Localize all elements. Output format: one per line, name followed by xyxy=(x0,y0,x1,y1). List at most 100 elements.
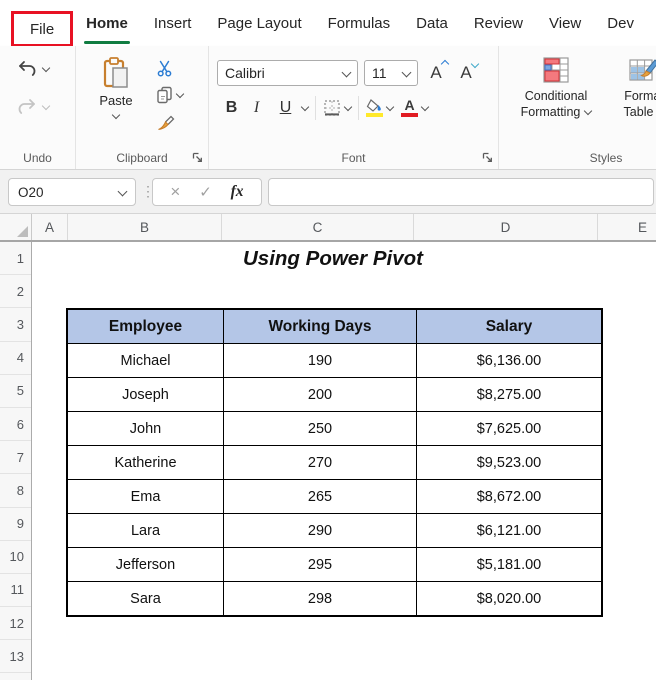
font-name-combobox[interactable]: Calibri xyxy=(217,60,358,86)
clipboard-dialog-launcher[interactable] xyxy=(192,152,203,163)
cell[interactable]: 290 xyxy=(223,513,417,548)
table-row: Michael 190 $6,136.00 xyxy=(66,343,603,378)
row-header-1[interactable]: 1 xyxy=(0,242,31,276)
cell[interactable]: John xyxy=(66,411,224,446)
sheet-title[interactable]: Using Power Pivot xyxy=(68,242,598,275)
italic-button[interactable]: I xyxy=(244,98,269,118)
undo-group-label: Undo xyxy=(23,151,52,165)
cell[interactable]: $5,181.00 xyxy=(416,547,603,582)
cell[interactable]: 200 xyxy=(223,377,417,412)
row-header-5[interactable]: 5 xyxy=(0,375,31,408)
column-header-A[interactable]: A xyxy=(32,214,68,240)
cell[interactable]: 298 xyxy=(223,581,417,617)
tab-view[interactable]: View xyxy=(536,0,594,46)
row-header-11[interactable]: 11 xyxy=(0,574,31,608)
name-box-value: O20 xyxy=(18,184,44,200)
row-header-10[interactable]: 10 xyxy=(0,541,31,574)
clipboard-group: Paste Clipboard xyxy=(76,46,209,169)
format-as-table-button[interactable]: Format Table xyxy=(609,56,656,121)
row-header-7[interactable]: 7 xyxy=(0,441,31,475)
table-row: Joseph 200 $8,275.00 xyxy=(66,377,603,412)
font-name-value: Calibri xyxy=(225,65,265,81)
tab-file[interactable]: File xyxy=(17,14,67,44)
tab-dev[interactable]: Dev xyxy=(594,0,647,46)
conditional-formatting-icon xyxy=(543,57,569,83)
row-header-13[interactable]: 13 xyxy=(0,640,31,674)
cut-button[interactable] xyxy=(156,58,183,78)
underline-button[interactable]: U xyxy=(269,98,312,118)
cell[interactable]: $7,625.00 xyxy=(416,411,603,446)
cell[interactable]: Ema xyxy=(66,479,224,514)
enter-button[interactable]: ✓ xyxy=(199,183,212,201)
paste-clipboard-icon xyxy=(103,57,128,88)
fill-bucket-icon xyxy=(366,99,381,112)
cell[interactable]: 265 xyxy=(223,479,417,514)
undo-button[interactable] xyxy=(0,54,75,84)
redo-button[interactable] xyxy=(0,92,75,122)
cell[interactable]: 270 xyxy=(223,445,417,480)
fill-color-button[interactable] xyxy=(362,99,397,117)
table-row: Katherine 270 $9,523.00 xyxy=(66,445,603,480)
dialog-launcher-icon xyxy=(192,152,202,162)
insert-function-button[interactable]: fx xyxy=(231,183,244,201)
cell[interactable]: Sara xyxy=(66,581,224,617)
font-color-bar xyxy=(401,113,418,117)
format-painter-button[interactable] xyxy=(156,112,183,132)
name-box[interactable]: O20 xyxy=(8,178,136,206)
row-header-8[interactable]: 8 xyxy=(0,474,31,508)
cancel-button[interactable]: × xyxy=(170,182,180,202)
grow-font-button[interactable]: A xyxy=(424,59,450,83)
row-header-9[interactable]: 9 xyxy=(0,508,31,541)
conditional-formatting-label-2: Formatting xyxy=(520,105,581,120)
cell[interactable]: Katherine xyxy=(66,445,224,480)
formula-buttons: × ✓ fx xyxy=(152,178,262,206)
bold-button[interactable]: B xyxy=(219,98,244,118)
cell[interactable]: Michael xyxy=(66,343,224,378)
font-size-combobox[interactable]: 11 xyxy=(364,60,418,86)
table-header-working-days[interactable]: Working Days xyxy=(223,308,417,344)
column-header-D[interactable]: D xyxy=(414,214,598,240)
tab-formulas[interactable]: Formulas xyxy=(315,0,404,46)
cell[interactable]: $9,523.00 xyxy=(416,445,603,480)
cell[interactable]: Jefferson xyxy=(66,547,224,582)
row-header-2[interactable]: 2 xyxy=(0,275,31,309)
cell[interactable]: $8,020.00 xyxy=(416,581,603,617)
tab-review[interactable]: Review xyxy=(461,0,536,46)
format-as-table-label-1: Format xyxy=(624,89,656,103)
paste-button[interactable]: Paste xyxy=(92,56,140,120)
font-group-label: Font xyxy=(341,151,366,165)
borders-button[interactable] xyxy=(319,99,355,117)
cell[interactable]: $8,275.00 xyxy=(416,377,603,412)
row-header-3[interactable]: 3 xyxy=(0,308,31,342)
row-header-12[interactable]: 12 xyxy=(0,607,31,641)
table-header-employee[interactable]: Employee xyxy=(66,308,224,344)
cell[interactable]: $6,136.00 xyxy=(416,343,603,378)
cell[interactable]: $8,672.00 xyxy=(416,479,603,514)
shrink-font-button[interactable]: A xyxy=(454,59,480,83)
grid-area[interactable]: Using Power Pivot Employee Working Days Sa… xyxy=(32,242,656,680)
cell[interactable]: 250 xyxy=(223,411,417,446)
cell[interactable]: $6,121.00 xyxy=(416,513,603,548)
row-header-4[interactable]: 4 xyxy=(0,342,31,375)
caret-up-icon xyxy=(440,59,450,69)
select-all-button[interactable] xyxy=(0,214,32,240)
column-header-E[interactable]: E xyxy=(598,214,656,240)
tab-home[interactable]: Home xyxy=(73,0,141,46)
tab-insert[interactable]: Insert xyxy=(141,0,205,46)
conditional-formatting-button[interactable]: Conditional Formatting xyxy=(513,56,599,121)
cell[interactable]: Joseph xyxy=(66,377,224,412)
cell[interactable]: 190 xyxy=(223,343,417,378)
formula-input[interactable] xyxy=(268,178,654,206)
font-dialog-launcher[interactable] xyxy=(482,152,493,163)
table-header-salary[interactable]: Salary xyxy=(416,308,603,344)
cell[interactable]: 295 xyxy=(223,547,417,582)
select-all-triangle-icon xyxy=(17,226,28,237)
tab-page-layout[interactable]: Page Layout xyxy=(204,0,314,46)
tab-data[interactable]: Data xyxy=(403,0,461,46)
column-header-B[interactable]: B xyxy=(68,214,222,240)
column-header-C[interactable]: C xyxy=(222,214,414,240)
cell[interactable]: Lara xyxy=(66,513,224,548)
copy-button[interactable] xyxy=(156,85,185,105)
font-color-button[interactable]: A xyxy=(397,98,432,117)
row-header-6[interactable]: 6 xyxy=(0,408,31,442)
